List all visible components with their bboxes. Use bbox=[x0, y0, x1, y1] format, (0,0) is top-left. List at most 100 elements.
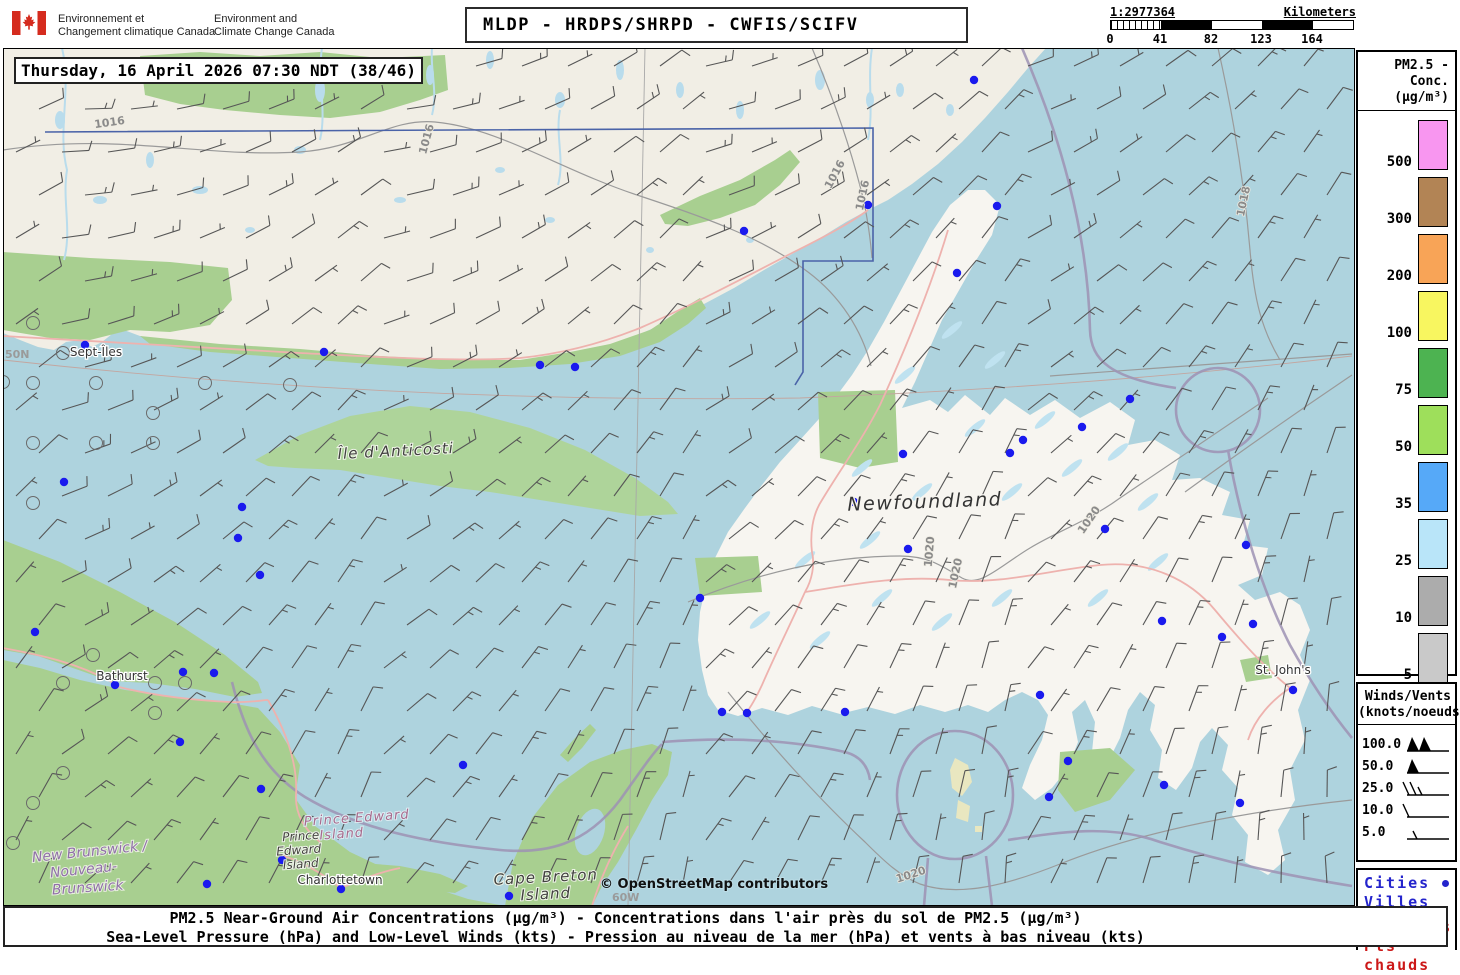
cities-label-en: Cities bbox=[1364, 874, 1430, 893]
pm25-legend-row: 500 bbox=[1358, 113, 1455, 170]
datetime-label: Thursday, 16 April 2026 07:30 NDT (38/46… bbox=[16, 61, 421, 80]
city-dot[interactable] bbox=[179, 668, 187, 676]
caption-line2: Sea-Level Pressure (hPa) and Low-Level W… bbox=[5, 928, 1246, 947]
pm25-color-swatch bbox=[1418, 633, 1448, 683]
city-dot[interactable] bbox=[740, 227, 748, 235]
pm25-color-swatch bbox=[1418, 576, 1448, 626]
city-dot[interactable] bbox=[1160, 781, 1168, 789]
wind-legend-row: 5.0 bbox=[1362, 821, 1453, 843]
weather-map: Sept-ÎlesÎle d'AnticostiNewfoundlandBath… bbox=[3, 48, 1355, 906]
pm25-color-swatch bbox=[1418, 120, 1448, 170]
city-dot[interactable] bbox=[234, 534, 242, 542]
wind-speed-value: 25.0 bbox=[1362, 781, 1401, 796]
wind-barb-icon bbox=[1401, 799, 1451, 821]
pm25-level-value: 50 bbox=[1395, 439, 1412, 455]
city-dot[interactable] bbox=[1078, 423, 1086, 431]
pm25-color-swatch bbox=[1418, 405, 1448, 455]
map-label: Island bbox=[319, 825, 365, 843]
map-label: Charlottetown bbox=[297, 873, 382, 887]
city-dot[interactable] bbox=[1126, 395, 1134, 403]
pm25-color-swatch bbox=[1418, 291, 1448, 341]
city-dot[interactable] bbox=[459, 761, 467, 769]
scale-tick: 82 bbox=[1204, 32, 1218, 46]
pm25-legend-row: 300 bbox=[1358, 170, 1455, 227]
city-dot[interactable] bbox=[1064, 757, 1072, 765]
wind-legend-title: Winds/Vents (knots/noeuds) bbox=[1358, 684, 1455, 725]
wind-barb-icon bbox=[1401, 777, 1451, 799]
pm25-level-value: 200 bbox=[1387, 268, 1412, 284]
wind-speed-value: 10.0 bbox=[1362, 803, 1401, 818]
city-dot[interactable] bbox=[1236, 799, 1244, 807]
wind-barb-icon bbox=[1401, 733, 1451, 755]
city-dot[interactable] bbox=[1045, 793, 1053, 801]
map-canvas[interactable]: Sept-ÎlesÎle d'AnticostiNewfoundlandBath… bbox=[3, 48, 1355, 906]
caption-box: PM2.5 Near-Ground Air Concentrations (µg… bbox=[3, 906, 1448, 947]
city-dot[interactable] bbox=[841, 708, 849, 716]
city-dot[interactable] bbox=[1019, 436, 1027, 444]
pm25-color-swatch bbox=[1418, 177, 1448, 227]
city-dot[interactable] bbox=[953, 269, 961, 277]
city-dot[interactable] bbox=[743, 709, 751, 717]
wind-barb-icon bbox=[1401, 755, 1451, 777]
pm25-level-value: 75 bbox=[1395, 382, 1412, 398]
wind-legend-row: 50.0 bbox=[1362, 755, 1453, 777]
city-dot[interactable] bbox=[210, 669, 218, 677]
pm25-color-swatch bbox=[1418, 462, 1448, 512]
map-label: St. John's bbox=[1255, 663, 1311, 677]
city-dot[interactable] bbox=[256, 571, 264, 579]
city-dot[interactable] bbox=[257, 785, 265, 793]
map-label: © OpenStreetMap contributors bbox=[600, 877, 828, 892]
city-dot[interactable] bbox=[718, 708, 726, 716]
pm25-level-value: 5 bbox=[1404, 667, 1412, 683]
pm25-level-value: 25 bbox=[1395, 553, 1412, 569]
city-dot[interactable] bbox=[505, 892, 513, 900]
city-dot[interactable] bbox=[571, 363, 579, 371]
pm25-legend-row: 25 bbox=[1358, 512, 1455, 569]
pm25-level-value: 500 bbox=[1387, 154, 1412, 170]
city-dot[interactable] bbox=[1036, 691, 1044, 699]
wind-legend-row: 100.0 bbox=[1362, 733, 1453, 755]
city-dot[interactable] bbox=[1289, 686, 1297, 694]
pm25-legend-row: 100 bbox=[1358, 284, 1455, 341]
pm25-level-value: 35 bbox=[1395, 496, 1412, 512]
map-label: 50N bbox=[5, 348, 30, 361]
map-label: Island bbox=[282, 856, 319, 872]
pm25-legend-row: 35 bbox=[1358, 455, 1455, 512]
city-dot[interactable] bbox=[31, 628, 39, 636]
city-dot[interactable] bbox=[536, 361, 544, 369]
city-dot[interactable] bbox=[60, 478, 68, 486]
scale-unit-label: Kilometers bbox=[1284, 5, 1356, 19]
city-dot[interactable] bbox=[1218, 633, 1226, 641]
city-dot[interactable] bbox=[970, 76, 978, 84]
wind-barb-icon bbox=[1401, 821, 1451, 843]
city-dot[interactable] bbox=[993, 202, 1001, 210]
pm25-legend-title: PM2.5 - Conc. (µg/m³) bbox=[1358, 52, 1455, 111]
city-dot[interactable] bbox=[1006, 449, 1014, 457]
agency-name-french: Environnement et Changement climatique C… bbox=[58, 13, 215, 39]
map-scale-bar: 1:2977364 Kilometers 04182123164 bbox=[1108, 5, 1358, 47]
pm25-legend-row: 5 bbox=[1358, 626, 1455, 683]
wind-legend: Winds/Vents (knots/noeuds) 100.0 50.0 25.0… bbox=[1356, 682, 1457, 862]
pm25-level-value: 100 bbox=[1387, 325, 1412, 341]
city-dot[interactable] bbox=[176, 738, 184, 746]
agency-name-english: Environment and Climate Change Canada bbox=[214, 13, 334, 39]
city-dot[interactable] bbox=[904, 545, 912, 553]
wind-legend-row: 10.0 bbox=[1362, 799, 1453, 821]
city-dot[interactable] bbox=[320, 348, 328, 356]
scale-bar-graphic bbox=[1110, 20, 1354, 30]
map-label: Bathurst bbox=[96, 669, 148, 683]
map-label: 1020 bbox=[922, 536, 938, 568]
scale-tick: 164 bbox=[1301, 32, 1323, 46]
city-dot[interactable] bbox=[1249, 620, 1257, 628]
wind-speed-value: 50.0 bbox=[1362, 759, 1401, 774]
city-dot[interactable] bbox=[238, 503, 246, 511]
city-dot[interactable] bbox=[1158, 617, 1166, 625]
city-dot[interactable] bbox=[203, 880, 211, 888]
city-dot[interactable] bbox=[1101, 525, 1109, 533]
scale-tick: 41 bbox=[1153, 32, 1167, 46]
city-dot[interactable] bbox=[696, 594, 704, 602]
city-dot[interactable] bbox=[1242, 541, 1250, 549]
city-dot[interactable] bbox=[899, 450, 907, 458]
pm25-legend: PM2.5 - Conc. (µg/m³) 500300 200 100 75 50 35… bbox=[1356, 50, 1457, 676]
pm25-color-swatch bbox=[1418, 348, 1448, 398]
